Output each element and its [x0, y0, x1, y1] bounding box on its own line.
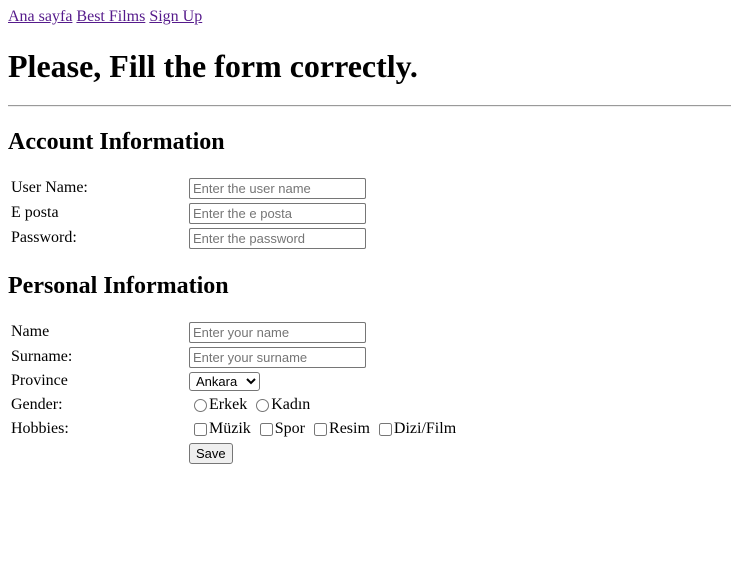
hobby-label-spor: Spor: [274, 420, 306, 437]
surname-input[interactable]: [189, 347, 366, 368]
hobby-options: Müzik Spor Resim Dizi/Film: [189, 419, 460, 439]
hobby-checkbox-resim[interactable]: [314, 422, 328, 436]
name-input[interactable]: [189, 322, 366, 343]
gender-radio-kadin[interactable]: [256, 398, 270, 412]
hobbies-label: Hobbies:: [11, 420, 69, 437]
email-label: E posta: [11, 204, 59, 221]
save-button[interactable]: Save: [189, 443, 233, 464]
hobby-checkbox-dizi-film[interactable]: [378, 422, 392, 436]
gender-label: Gender:: [11, 396, 63, 413]
email-input[interactable]: [189, 203, 366, 224]
gender-label-kadin: Kadın: [271, 396, 311, 413]
username-input[interactable]: [189, 178, 366, 199]
hobby-checkbox-muzik[interactable]: [194, 422, 207, 436]
password-label: Password:: [11, 229, 77, 246]
nav-link-sign-up[interactable]: Sign Up: [149, 8, 202, 25]
username-label: User Name:: [11, 179, 88, 196]
divider: [8, 105, 731, 107]
personal-heading: Personal Information: [8, 273, 229, 299]
name-label: Name: [11, 323, 50, 340]
province-label: Province: [11, 372, 68, 389]
top-nav: Ana sayfa Best Films Sign Up: [8, 8, 202, 26]
gender-radio-erkek[interactable]: [194, 398, 207, 412]
page-title: Please, Fill the form correctly.: [8, 48, 418, 84]
account-heading: Account Information: [8, 129, 225, 155]
nav-link-home[interactable]: Ana sayfa: [8, 8, 72, 25]
surname-label: Surname:: [11, 348, 73, 365]
gender-label-erkek: Erkek: [209, 396, 248, 413]
hobby-label-resim: Resim: [329, 420, 370, 437]
province-select[interactable]: Ankara: [189, 372, 260, 391]
nav-link-best-films[interactable]: Best Films: [76, 8, 145, 25]
password-input[interactable]: [189, 228, 366, 249]
hobby-label-dizi-film: Dizi/Film: [393, 420, 457, 437]
hobby-checkbox-spor[interactable]: [259, 422, 273, 436]
gender-options: Erkek Kadın: [189, 395, 314, 415]
hobby-label-muzik: Müzik: [209, 420, 251, 437]
